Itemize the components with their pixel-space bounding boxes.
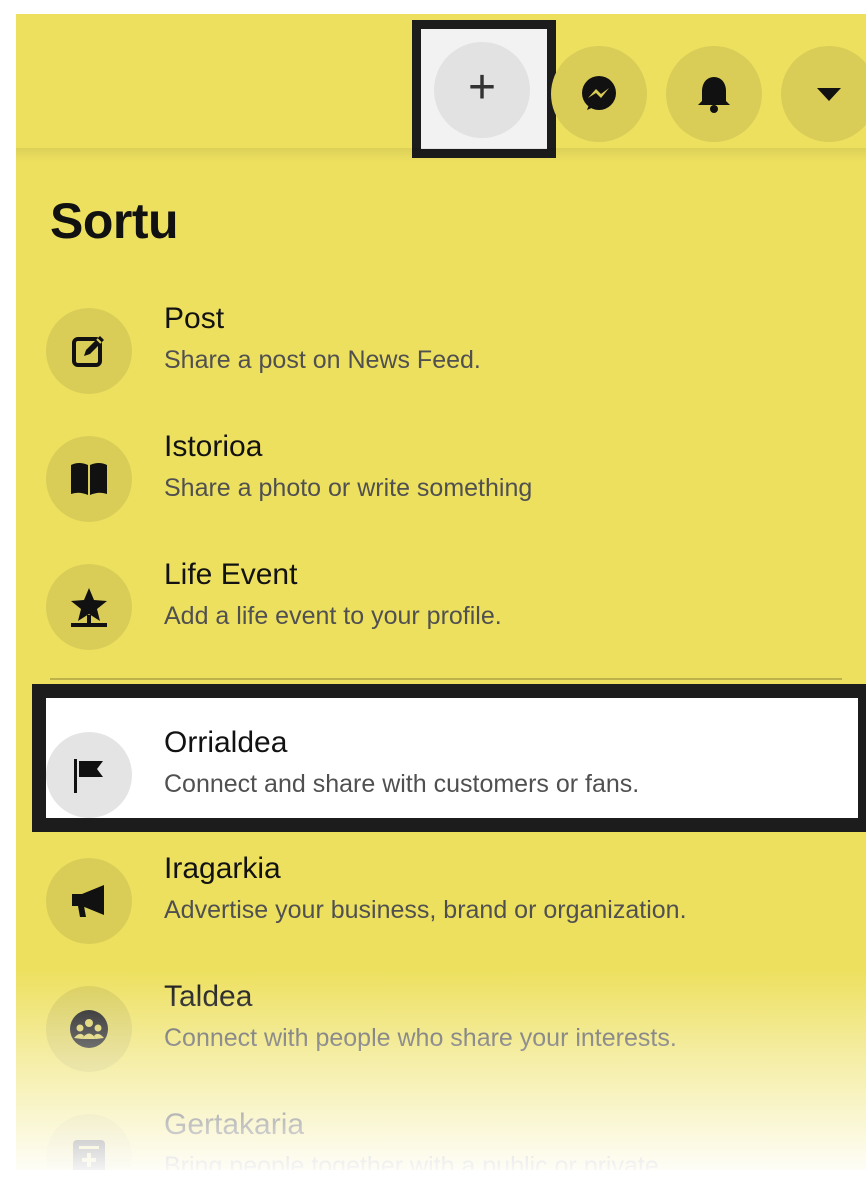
menu-item-group[interactable]: Taldea Connect with people who share you… <box>46 980 846 1090</box>
menu-item-label: Post <box>164 302 225 335</box>
menu-item-description: Add a life event to your profile. <box>164 602 502 630</box>
star-icon <box>46 564 132 650</box>
megaphone-icon <box>46 858 132 944</box>
menu-item-label: Istorioa <box>164 430 263 463</box>
menu-item-label: Iragarkia <box>164 852 281 885</box>
group-icon <box>46 986 132 1072</box>
create-menu-screen: + Sortu Post Share a post on News Feed. … <box>16 14 866 1170</box>
bell-icon <box>698 77 730 113</box>
menu-item-description: Connect and share with customers or fans… <box>164 770 640 798</box>
menu-item-event[interactable]: Gertakaria Bring people together with a … <box>46 1108 846 1170</box>
menu-item-page[interactable]: Orrialdea Connect and share with custome… <box>46 726 846 836</box>
menu-item-description: Advertise your business, brand or organi… <box>164 896 687 924</box>
notifications-button[interactable] <box>666 46 762 142</box>
edit-icon <box>46 308 132 394</box>
create-menu-title: Sortu <box>50 193 179 249</box>
panel-shadow <box>16 148 866 162</box>
menu-item-description: Share a photo or write something <box>164 474 533 502</box>
account-menu-button[interactable] <box>781 46 866 142</box>
menu-item-description: Connect with people who share your inter… <box>164 1024 677 1052</box>
menu-item-life-event[interactable]: Life Event Add a life event to your prof… <box>46 558 846 668</box>
menu-item-description: Bring people together with a public or p… <box>164 1152 659 1170</box>
menu-divider <box>50 678 842 680</box>
flag-icon <box>46 732 132 818</box>
menu-item-ad[interactable]: Iragarkia Advertise your business, brand… <box>46 852 846 962</box>
top-bar: + <box>16 14 866 158</box>
book-icon <box>46 436 132 522</box>
plus-icon: + <box>467 61 497 114</box>
menu-item-label: Gertakaria <box>164 1108 305 1141</box>
messenger-icon <box>582 76 616 110</box>
menu-item-label: Life Event <box>164 558 298 591</box>
menu-item-description: Share a post on News Feed. <box>164 346 481 374</box>
create-button[interactable]: + <box>434 42 530 138</box>
menu-item-post[interactable]: Post Share a post on News Feed. <box>46 302 846 412</box>
menu-item-label: Taldea <box>164 980 253 1013</box>
menu-item-story[interactable]: Istorioa Share a photo or write somethin… <box>46 430 846 540</box>
messenger-button[interactable] <box>551 46 647 142</box>
calendar-plus-icon <box>46 1114 132 1170</box>
caret-down-icon <box>817 88 841 101</box>
menu-item-label: Orrialdea <box>164 726 288 759</box>
